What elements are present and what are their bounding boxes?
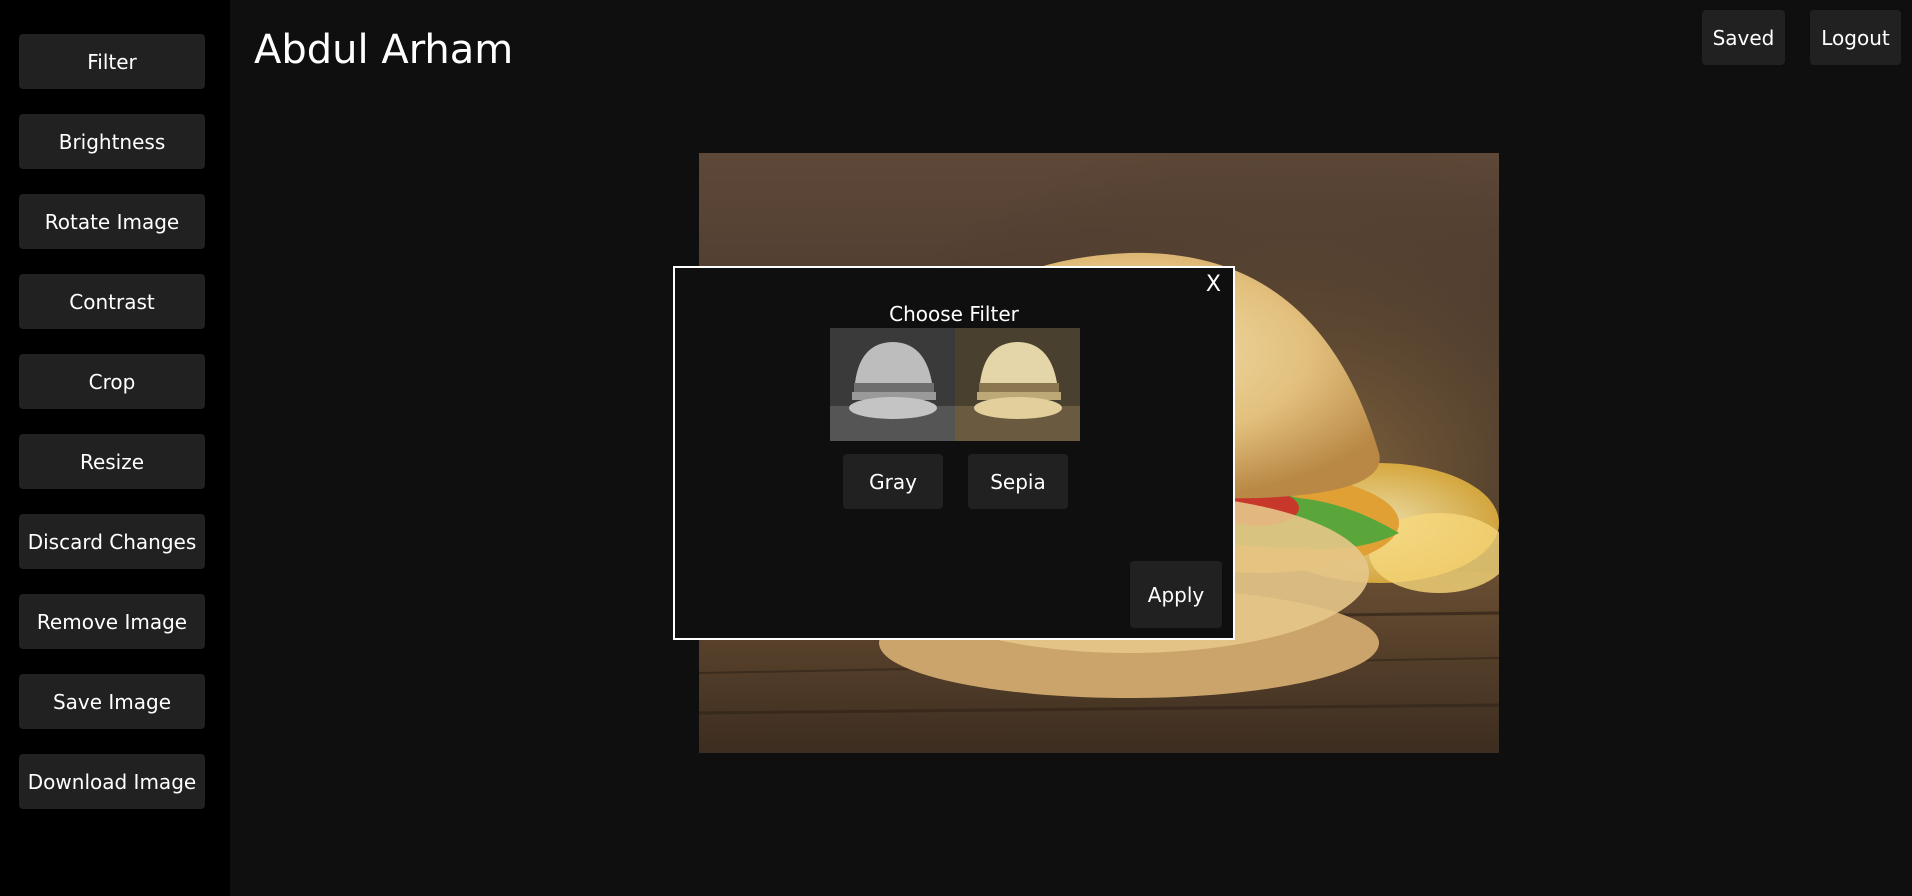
download-image-button[interactable]: Download Image <box>19 754 205 809</box>
rotate-image-button[interactable]: Rotate Image <box>19 194 205 249</box>
save-image-button[interactable]: Save Image <box>19 674 205 729</box>
sepia-filter-thumbnail[interactable] <box>955 328 1080 441</box>
sidebar: Filter Brightness Rotate Image Contrast … <box>0 0 230 896</box>
filter-button[interactable]: Filter <box>19 34 205 89</box>
gray-filter-button[interactable]: Gray <box>843 454 943 509</box>
crop-button[interactable]: Crop <box>19 354 205 409</box>
contrast-button[interactable]: Contrast <box>19 274 205 329</box>
gray-filter-thumbnail[interactable] <box>830 328 955 441</box>
filter-modal: X Choose Filter Gray Sepia Apply <box>673 266 1235 640</box>
saved-button[interactable]: Saved <box>1702 10 1785 65</box>
modal-title: Choose Filter <box>889 302 1019 326</box>
apply-button[interactable]: Apply <box>1130 561 1222 628</box>
discard-changes-button[interactable]: Discard Changes <box>19 514 205 569</box>
sepia-filter-button[interactable]: Sepia <box>968 454 1068 509</box>
close-icon[interactable]: X <box>1206 272 1221 297</box>
brightness-button[interactable]: Brightness <box>19 114 205 169</box>
page-title: Abdul Arham <box>254 27 514 73</box>
resize-button[interactable]: Resize <box>19 434 205 489</box>
logout-button[interactable]: Logout <box>1810 10 1901 65</box>
remove-image-button[interactable]: Remove Image <box>19 594 205 649</box>
